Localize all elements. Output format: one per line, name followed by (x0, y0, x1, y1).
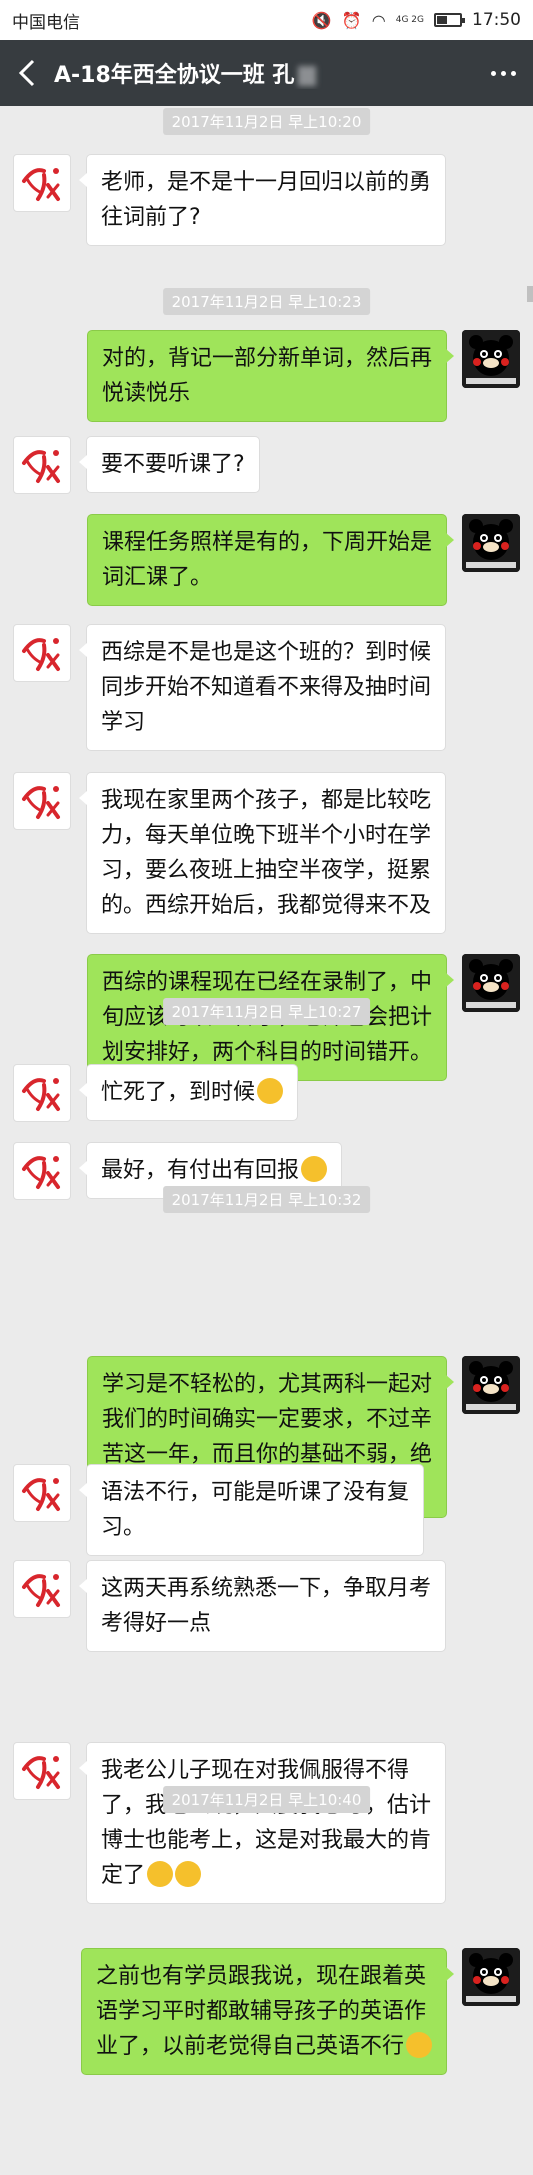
timestamp: 2017年11月2日 早上10:27 (162, 998, 371, 1025)
avatar[interactable] (462, 514, 520, 572)
avatar[interactable] (13, 772, 71, 830)
message-line: 定了 (101, 1858, 431, 1893)
avatar[interactable] (13, 624, 71, 682)
thinking-face-emoji (406, 2032, 432, 2058)
crying-face-emoji (257, 1078, 284, 1104)
message-line: 业了，以前老觉得自己英语不行 (96, 2029, 432, 2064)
message-line: 我老公儿子现在对我佩服得不得 (101, 1758, 410, 1783)
avatar[interactable] (13, 1064, 71, 1122)
heart-eyes-emoji (301, 1156, 328, 1182)
avatar[interactable] (13, 436, 71, 494)
bear-avatar-icon (462, 1948, 520, 2006)
message-bubble[interactable]: 我老公儿子现在对我佩服得不得了，我老公说，只要我想考，估计博士也能考上，这是对我… (78, 1742, 447, 1904)
message-line: 老师，是不是十一月回归以前的勇 (101, 170, 432, 195)
message-line: 这两天再系统熟悉一下，争取月考 (101, 1576, 432, 1601)
clock-time: 17:50 (472, 10, 521, 30)
red-logo-icon (22, 638, 60, 671)
red-logo-icon (22, 1156, 60, 1189)
timestamp: 2017年11月2日 早上10:40 (162, 1786, 371, 1813)
avatar[interactable] (13, 154, 71, 212)
red-logo-icon (22, 786, 60, 819)
chevron-left-icon (18, 59, 35, 87)
message-bubble[interactable]: 老师，是不是十一月回归以前的勇 往词前了? (78, 154, 447, 246)
bear-avatar-icon (462, 514, 520, 572)
avatar[interactable] (462, 330, 520, 388)
avatar[interactable] (462, 954, 520, 1012)
message-line: 博士也能考上，这是对我最大的肯 (101, 1828, 432, 1853)
red-logo-icon (22, 1574, 60, 1607)
battery-icon (434, 13, 465, 27)
message-line: 学习是不轻松的，尤其两科一起对 (101, 1372, 432, 1397)
red-logo-icon (22, 1478, 60, 1511)
message-line: 语学习平时都敢辅导孩子的英语作 (95, 1999, 426, 2024)
message-bubble[interactable]: 我现在家里两个孩子，都是比较吃 力，每天单位晚下班半个小时在学 习，要么夜班上抽空半… (78, 772, 447, 934)
message-line: 学习 (101, 710, 146, 735)
timestamp: 2017年11月2日 早上10:32 (162, 1186, 371, 1213)
more-options-button[interactable] (473, 70, 533, 76)
message-line: 最好，有付出有回报 (101, 1153, 328, 1188)
avatar[interactable] (13, 1560, 71, 1618)
message-bubble[interactable]: 语法不行，可能是听课了没有复 习。 (78, 1464, 425, 1556)
message-line: 往词前了? (101, 205, 201, 230)
red-logo-icon (22, 168, 60, 201)
avatar[interactable] (13, 1464, 71, 1522)
timestamp: 2017年11月2日 早上10:20 (162, 108, 371, 135)
message-bubble[interactable]: 这两天再系统熟悉一下，争取月考 考得好一点 (78, 1560, 447, 1652)
message-line: 我们的时间确实一定要求，不过辛 (101, 1407, 432, 1432)
alarm-icon: ⏰ (341, 10, 362, 30)
message-line: 悦读悦乐 (101, 381, 190, 406)
avatar[interactable] (13, 1742, 71, 1800)
message-line: 习。 (101, 1515, 146, 1540)
carrier-label: 中国电信 (12, 12, 80, 33)
message-line: 西综是不是也是这个班的？到时候 (101, 640, 432, 665)
message-line: 同步开始不知道看不来得及抽时间 (101, 675, 432, 700)
status-bar: 中国电信 🔇 ⏰ ◠ 4G 2G 17:50 (0, 0, 533, 40)
message-bubble[interactable]: 之前也有学员跟我说，现在跟着英 语学习平时都敢辅导孩子的英语作业了，以前老觉得自己… (80, 1948, 455, 2075)
message-line: 之前也有学员跟我说，现在跟着英 (95, 1964, 426, 1989)
bear-avatar-icon (462, 330, 520, 388)
message-line: 考得好一点 (101, 1611, 212, 1636)
chat-header: A-18年西全协议一班 孔 (0, 40, 533, 106)
chat-area[interactable]: 2017年11月2日 早上10:20 老师，是不是十一月回归以前的勇 往词前了? 20… (0, 106, 533, 2175)
back-button[interactable] (0, 59, 54, 87)
message-line: 我现在家里两个孩子，都是比较吃 (101, 788, 432, 813)
message-line: 语法不行，可能是听课了没有复 (101, 1480, 410, 1505)
red-logo-icon (22, 1078, 60, 1111)
avatar[interactable] (13, 1142, 71, 1200)
message-line: 课程任务照样是有的，下周开始是 (101, 530, 432, 555)
red-logo-icon (22, 1756, 60, 1789)
bear-avatar-icon (462, 954, 520, 1012)
wifi-icon: ◠ (371, 10, 386, 30)
heart-eyes-emoji (175, 1861, 202, 1887)
timestamp: 2017年11月2日 早上10:23 (162, 288, 371, 315)
scroll-indicator[interactable] (527, 286, 533, 302)
mute-icon: 🔇 (311, 10, 332, 30)
blurred-name (298, 66, 317, 86)
chat-title: A-18年西全协议一班 孔 (54, 63, 295, 88)
signal-icon: 4G 2G (395, 14, 424, 25)
message-line: 词汇课了。 (101, 565, 212, 590)
message-line: 西综的课程现在已经在录制了，中 (101, 970, 432, 995)
message-line: 要不要听课了? (101, 452, 245, 477)
heart-eyes-emoji (147, 1861, 174, 1887)
message-line: 力，每天单位晚下班半个小时在学 (101, 823, 432, 848)
avatar[interactable] (462, 1948, 520, 2006)
message-bubble[interactable]: 对的，背记一部分新单词，然后再 悦读悦乐 (86, 330, 455, 422)
message-bubble[interactable]: 课程任务照样是有的，下周开始是 词汇课了。 (86, 514, 455, 606)
message-line: 对的，背记一部分新单词，然后再 (101, 346, 432, 371)
message-line: 忙死了，到时候 (101, 1075, 284, 1110)
message-bubble[interactable]: 西综是不是也是这个班的？到时候 同步开始不知道看不来得及抽时间 学习 (78, 624, 447, 751)
message-line: 习，要么夜班上抽空半夜学，挺累 (101, 858, 432, 883)
bear-avatar-icon (462, 1356, 520, 1414)
message-bubble[interactable]: 要不要听课了? (79, 436, 260, 493)
message-line: 的。西综开始后，我都觉得来不及 (101, 893, 432, 918)
message-bubble[interactable]: 忙死了，到时候 (78, 1064, 299, 1121)
avatar[interactable] (462, 1356, 520, 1414)
red-logo-icon (22, 450, 60, 483)
